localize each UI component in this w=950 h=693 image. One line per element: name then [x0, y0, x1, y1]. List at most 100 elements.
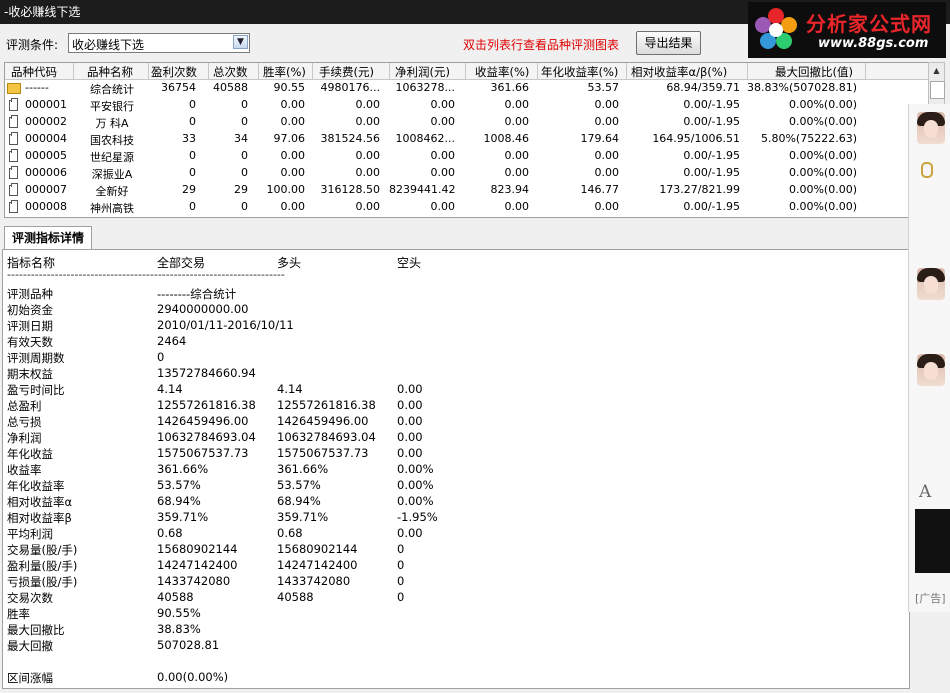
detail-row: 区间涨幅 0.00(0.00%) — [3, 670, 909, 686]
metric-value: 0 — [157, 350, 165, 364]
side-panel: A [广告] — [908, 104, 950, 612]
cell-dd: 5.80%(75222.63) — [760, 132, 857, 145]
metric-value: 361.66% — [157, 462, 209, 476]
detail-row: 净利润 10632784693.04 10632784693.04 0.00 — [3, 430, 909, 446]
tab-indicator-details[interactable]: 评测指标详情 — [4, 226, 92, 249]
cell-total: 40588 — [213, 81, 248, 94]
microphone-icon[interactable] — [921, 162, 933, 178]
metric-value: 0 — [397, 590, 405, 604]
detail-row: 相对收益率β 359.71% 359.71% -1.95% — [3, 510, 909, 526]
table-row[interactable]: 000008 神州高铁 0 0 0.00 0.00 0.00 0.00 0.00 0.00/-1.… — [5, 200, 929, 217]
avatar[interactable] — [917, 354, 945, 386]
table-row[interactable]: ------ 综合统计 36754 40588 90.55 4980176... 10632… — [5, 81, 929, 98]
cell-rel: 0.00/-1.95 — [683, 200, 740, 213]
cell-rel: 0.00/-1.95 — [683, 166, 740, 179]
document-icon — [9, 132, 18, 145]
cell-total: 29 — [234, 183, 248, 196]
condition-select[interactable]: 收必赚线下选 ▼ — [68, 33, 250, 53]
cell-annual: 53.57 — [587, 81, 620, 94]
cell-total: 0 — [241, 166, 248, 179]
detail-row: 胜率 90.55% — [3, 606, 909, 622]
metric-value: 4.14 — [277, 382, 303, 396]
metric-value: 1575067537.73 — [277, 446, 369, 460]
col-code[interactable]: 品种代码 — [11, 64, 57, 80]
cell-profit: 1063278... — [395, 81, 455, 94]
cell-winrate: 0.00 — [280, 200, 306, 213]
col-winrate[interactable]: 胜率(%) — [263, 64, 306, 80]
document-icon — [9, 183, 18, 196]
col-drawdown[interactable]: 最大回撤比(值) — [775, 64, 853, 80]
metric-value: 90.55% — [157, 606, 201, 620]
table-row[interactable]: 000007 全新好 29 29 100.00 316128.50 8239441.42 82… — [5, 183, 929, 200]
ad-image[interactable] — [915, 509, 950, 573]
cell-fee: 0.00 — [355, 149, 381, 162]
detail-row: 总亏损 1426459496.00 1426459496.00 0.00 — [3, 414, 909, 430]
detail-row: 初始资金 2940000000.00 — [3, 302, 909, 318]
col-annual[interactable]: 年化收益率(%) — [541, 64, 618, 80]
table-row[interactable]: 000005 世纪星源 0 0 0.00 0.00 0.00 0.00 0.00 0.00/-1.… — [5, 149, 929, 166]
cell-fee: 316128.50 — [320, 183, 381, 196]
detail-row: 盈利量(股/手) 14247142400 14247142400 0 — [3, 558, 909, 574]
col-profit[interactable]: 净利润(元) — [395, 64, 450, 80]
metric-name: 评测日期 — [7, 319, 53, 333]
cell-name: 深振业A — [91, 168, 133, 181]
cell-winrate: 0.00 — [280, 149, 306, 162]
col-relative[interactable]: 相对收益率α/β(%) — [631, 64, 727, 80]
cell-dd: 0.00%(0.00) — [788, 149, 857, 162]
cell-wins: 0 — [189, 149, 196, 162]
metric-value: 10632784693.04 — [157, 430, 256, 444]
brand-banner[interactable]: 分析家公式网 www.88gs.com — [748, 2, 946, 58]
export-button[interactable]: 导出结果 — [636, 31, 701, 55]
metric-name: 交易量(股/手) — [7, 543, 78, 557]
font-icon[interactable]: A — [919, 482, 931, 502]
col-name[interactable]: 品种名称 — [87, 64, 133, 80]
metric-name: 亏损量(股/手) — [7, 575, 78, 589]
metric-value: 2464 — [157, 334, 187, 348]
table-row[interactable]: 000004 国农科技 33 34 97.06 381524.56 1008462... 10… — [5, 132, 929, 149]
table-row[interactable]: 000002 万 科A 0 0 0.00 0.00 0.00 0.00 0.00 0.00/-1.… — [5, 115, 929, 132]
metric-value: 359.71% — [277, 510, 329, 524]
avatar[interactable] — [917, 112, 945, 144]
toolbar: 评测条件: 收必赚线下选 ▼ 双击列表行查看品种评测图表 导出结果 — [0, 24, 748, 62]
avatar[interactable] — [917, 268, 945, 300]
metric-name: 最大回撤比 — [7, 623, 65, 637]
metric-value: -1.95% — [397, 510, 438, 524]
detail-row: 亏损量(股/手) 1433742080 1433742080 0 — [3, 574, 909, 590]
metric-value: 2010/01/11-2016/10/11 — [157, 318, 294, 332]
cell-fee: 4980176... — [320, 81, 380, 94]
cell-dd: 38.83%(507028.81) — [747, 81, 858, 94]
cell-rel: 164.95/1006.51 — [652, 132, 740, 145]
detail-row: 最大回撤 507028.81 — [3, 638, 909, 654]
col-return[interactable]: 收益率(%) — [475, 64, 529, 80]
table-row[interactable]: 000001 平安银行 0 0 0.00 0.00 0.00 0.00 0.00 0.00/-1.… — [5, 98, 929, 115]
scroll-thumb[interactable] — [930, 81, 945, 99]
metric-value: 1433742080 — [157, 574, 231, 588]
metric-value: 38.83% — [157, 622, 201, 636]
detail-row: 交易量(股/手) 15680902144 15680902144 0 — [3, 542, 909, 558]
metric-name: 评测周期数 — [7, 351, 65, 365]
cell-wins: 0 — [189, 166, 196, 179]
cell-ret: 0.00 — [504, 98, 530, 111]
chevron-down-icon[interactable]: ▼ — [233, 35, 248, 49]
metric-name: 平均利润 — [7, 527, 53, 541]
metric-value: 0.00 — [397, 414, 423, 428]
metric-value: 0.00% — [397, 462, 434, 476]
cell-name: 平安银行 — [90, 100, 134, 113]
metric-value: 0 — [397, 574, 405, 588]
detail-row: 相对收益率α 68.94% 68.94% 0.00% — [3, 494, 909, 510]
cell-fee: 0.00 — [355, 166, 381, 179]
col-fee[interactable]: 手续费(元) — [319, 64, 374, 80]
col-wins[interactable]: 盈利次数 — [151, 64, 197, 80]
metric-value: 0.00% — [397, 478, 434, 492]
cell-annual: 0.00 — [594, 166, 620, 179]
details-panel: 指标名称 全部交易 多头 空头 ------------------------… — [2, 249, 910, 689]
col-total[interactable]: 总次数 — [213, 64, 248, 80]
metric-value: 507028.81 — [157, 638, 220, 652]
flower-logo-icon — [755, 8, 797, 49]
cell-total: 34 — [234, 132, 248, 145]
table-row[interactable]: 000006 深振业A 0 0 0.00 0.00 0.00 0.00 0.00 0.00/-1.… — [5, 166, 929, 183]
metric-name: 胜率 — [7, 607, 30, 621]
metric-value: 12557261816.38 — [157, 398, 256, 412]
scroll-up-icon[interactable]: ▲ — [930, 64, 943, 77]
ad-label[interactable]: [广告] — [915, 590, 946, 606]
